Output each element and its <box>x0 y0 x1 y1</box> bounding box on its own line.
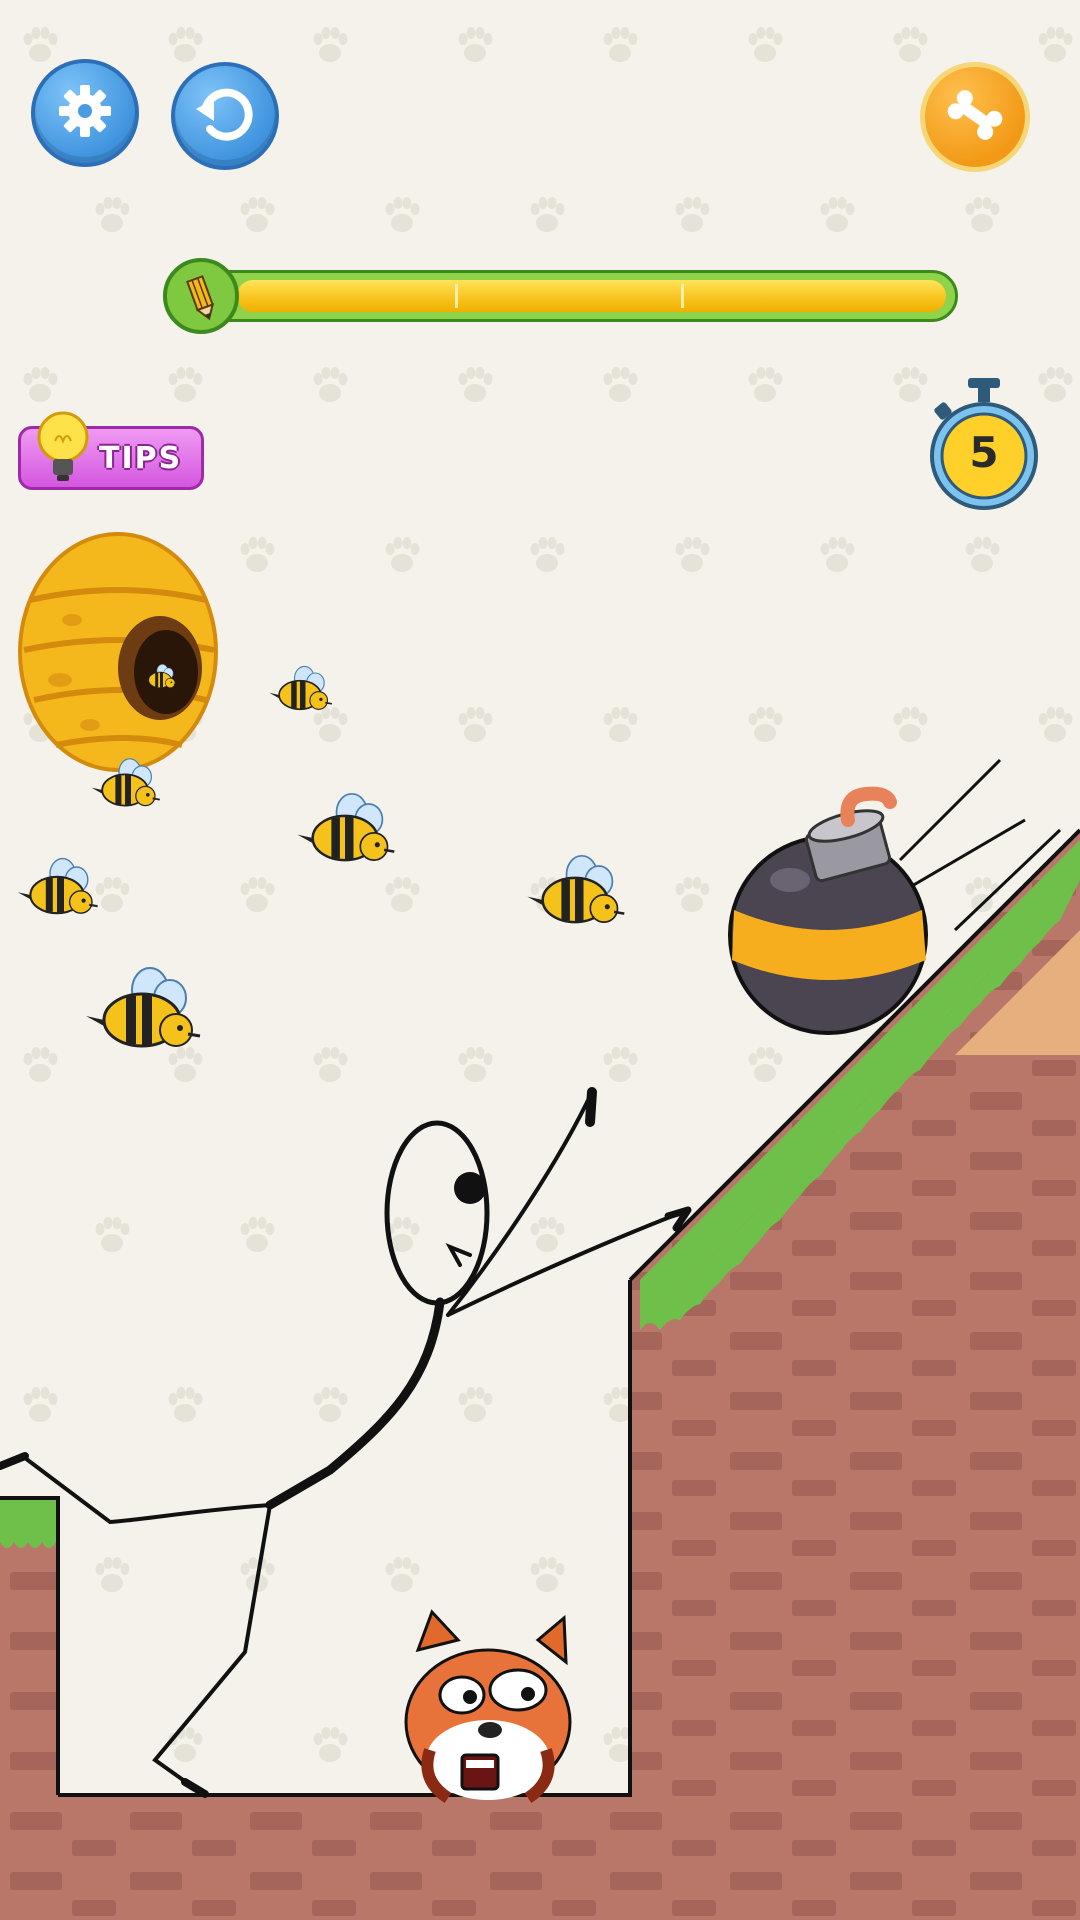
red-panda-character <box>404 1609 572 1804</box>
bone-icon <box>943 83 1007 151</box>
ink-meter-tick <box>455 284 458 308</box>
bee <box>297 792 395 862</box>
tips-label: TIPS <box>99 441 183 476</box>
beehive <box>18 532 218 772</box>
bone-button[interactable] <box>920 62 1030 172</box>
ink-meter-tick <box>681 284 684 308</box>
pencil-icon <box>163 258 239 334</box>
stopwatch-timer: 5 <box>928 376 1040 512</box>
stick-figure <box>0 1087 692 1798</box>
left-ledge <box>0 1496 60 1920</box>
bee <box>17 857 98 915</box>
bee <box>86 967 201 1048</box>
restart-button[interactable] <box>171 62 279 170</box>
lightbulb-icon <box>35 411 91 489</box>
bee <box>269 665 333 711</box>
ink-meter <box>163 270 958 322</box>
settings-button[interactable] <box>31 59 139 167</box>
pit-floor <box>0 1793 1080 1920</box>
timer-value: 5 <box>969 428 999 477</box>
bee <box>527 854 625 924</box>
ink-meter-fill <box>237 280 946 312</box>
tips-button[interactable]: TIPS <box>18 411 204 490</box>
restart-icon <box>192 81 258 151</box>
gear-icon <box>55 81 115 145</box>
